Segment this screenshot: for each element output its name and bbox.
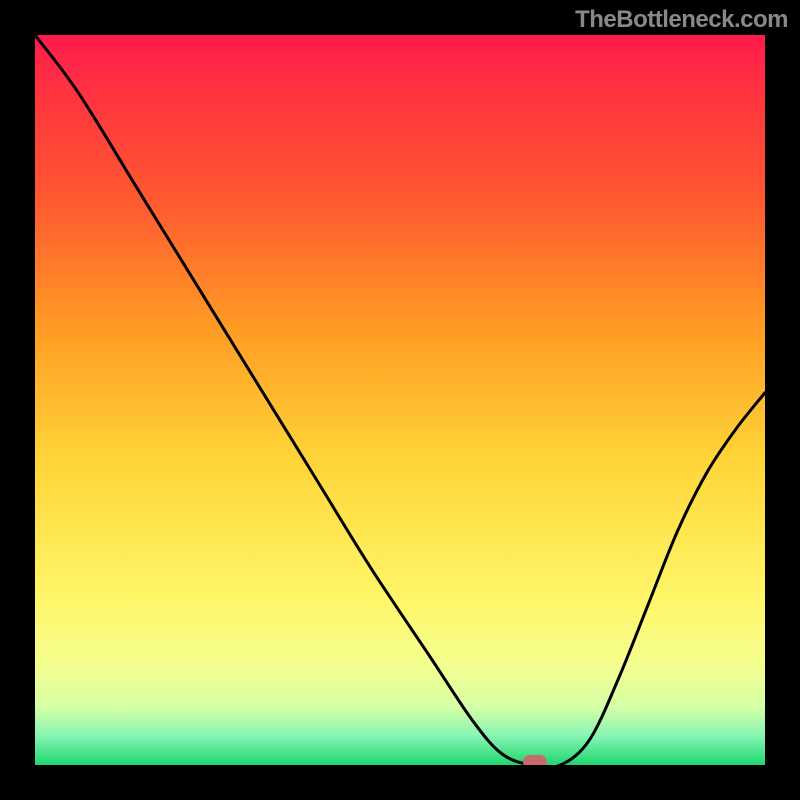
plot-area <box>35 35 765 765</box>
curve-path <box>35 35 765 765</box>
chart-frame: TheBottleneck.com <box>0 0 800 800</box>
bottleneck-curve <box>35 35 765 765</box>
watermark-text: TheBottleneck.com <box>575 6 788 34</box>
optimum-marker <box>523 755 547 765</box>
